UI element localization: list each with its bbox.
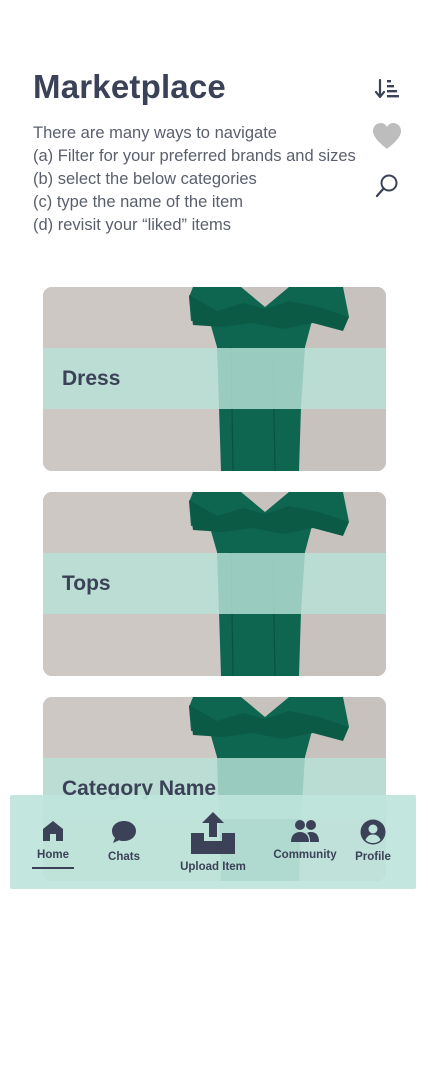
category-band: Dress xyxy=(43,348,386,409)
bottom-nav: Home Chats Upload Item Community Profile xyxy=(10,795,416,889)
nav-community[interactable]: Community xyxy=(270,819,340,861)
category-band: Tops xyxy=(43,553,386,614)
nav-upload-item[interactable]: Upload Item xyxy=(176,811,250,873)
category-label: Tops xyxy=(62,571,111,595)
nav-label: Upload Item xyxy=(180,861,246,873)
search-button[interactable] xyxy=(372,171,402,201)
people-icon xyxy=(291,820,319,842)
instruction-line: (a) Filter for your preferred brands and… xyxy=(33,147,356,165)
instruction-line: (d) revisit your “liked” items xyxy=(33,216,232,234)
search-icon xyxy=(375,174,398,198)
sort-button[interactable] xyxy=(372,74,402,104)
category-card-tops[interactable]: Tops xyxy=(43,492,386,676)
instruction-line: (c) type the name of the item xyxy=(33,193,244,211)
liked-items-button[interactable] xyxy=(372,121,402,151)
instruction-line: (b) select the below categories xyxy=(33,170,257,188)
sort-icon xyxy=(374,78,399,99)
heart-icon xyxy=(373,123,401,149)
nav-profile[interactable]: Profile xyxy=(350,819,396,863)
instructions-text: There are many ways to navigate (a) Filt… xyxy=(33,122,356,237)
nav-label: Profile xyxy=(355,851,391,863)
active-indicator xyxy=(32,867,74,869)
nav-label: Home xyxy=(37,849,69,861)
nav-home[interactable]: Home xyxy=(32,819,74,869)
instruction-line: There are many ways to navigate xyxy=(33,124,277,142)
nav-label: Chats xyxy=(108,851,140,863)
category-label: Dress xyxy=(62,366,121,390)
profile-icon xyxy=(360,819,386,845)
chat-bubble-icon xyxy=(112,821,136,843)
home-icon xyxy=(43,821,63,841)
upload-icon xyxy=(191,812,235,854)
nav-chats[interactable]: Chats xyxy=(102,819,146,863)
category-card-dress[interactable]: Dress xyxy=(43,287,386,471)
page-title: Marketplace xyxy=(33,68,226,105)
nav-label: Community xyxy=(273,849,337,861)
